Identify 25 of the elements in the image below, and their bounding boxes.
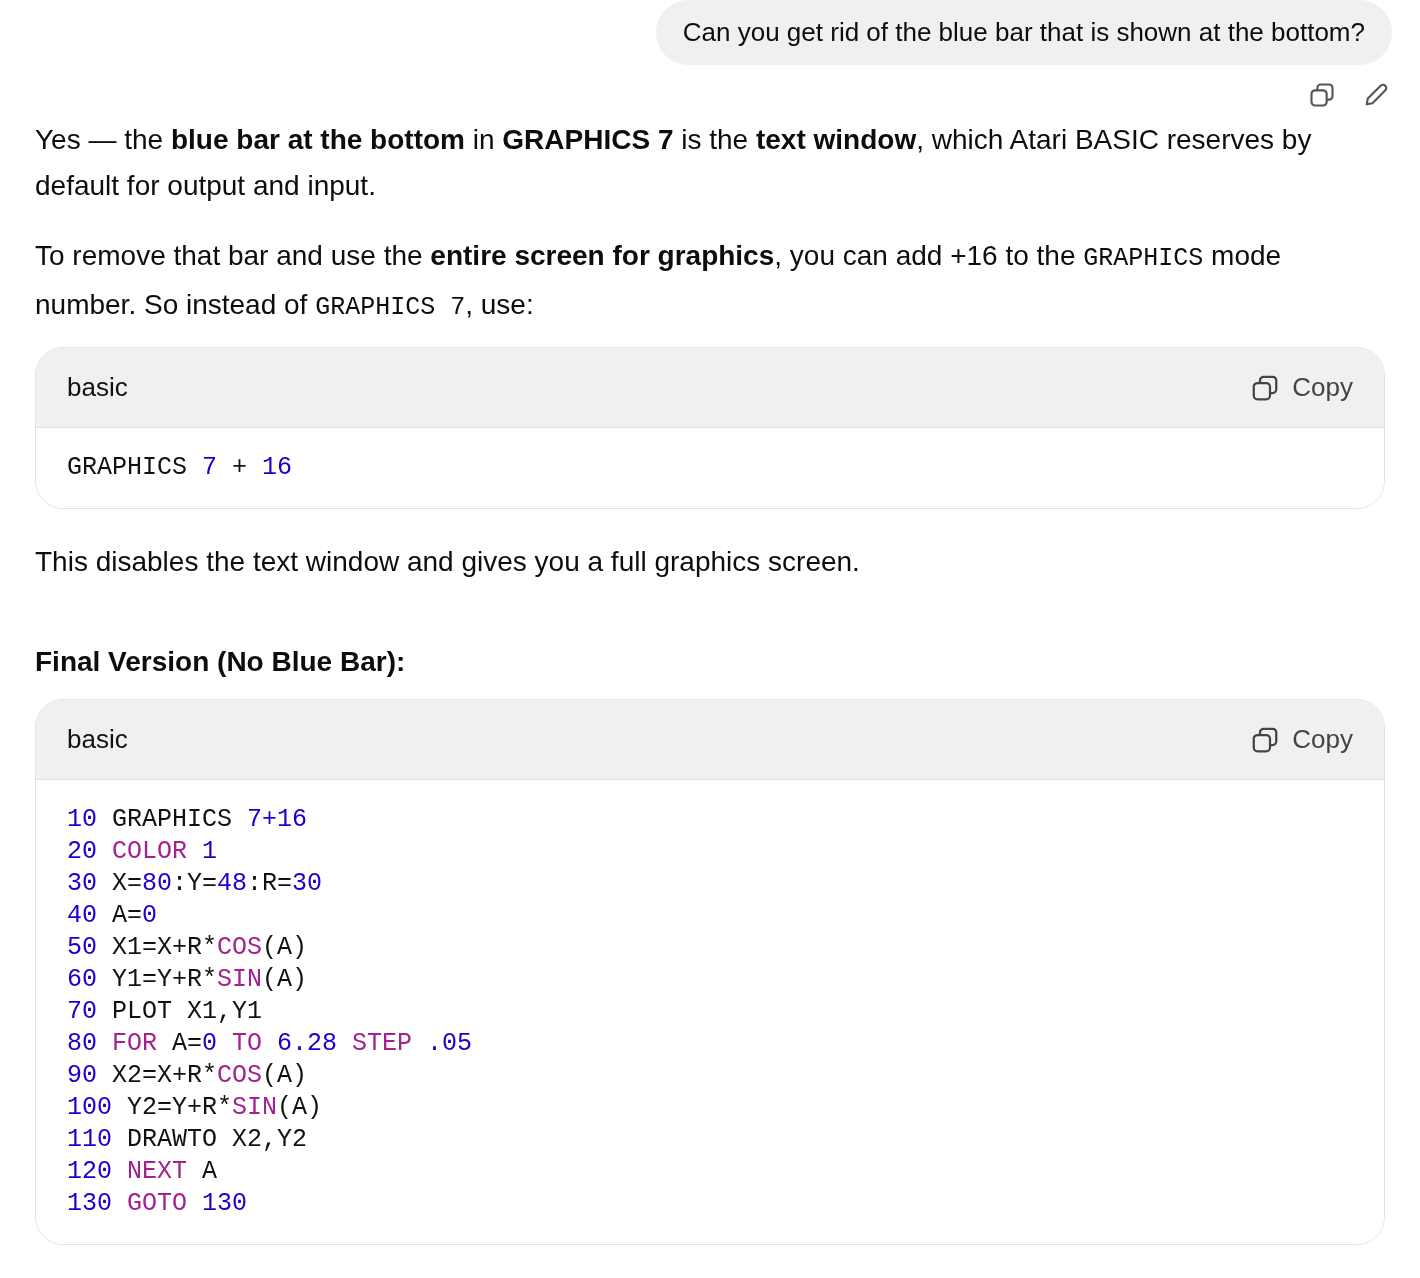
language-label: basic: [67, 371, 128, 404]
code-line: 60 Y1=Y+R*SIN(A): [67, 964, 308, 996]
code-line: 110 DRAWTO X2,Y2: [67, 1124, 308, 1156]
code-line: GRAPHICS 7 + 16: [67, 452, 293, 484]
section-heading: Final Version (No Blue Bar):: [35, 645, 407, 679]
copy-icon: [1308, 81, 1336, 109]
code-line: 20 COLOR 1: [67, 836, 218, 868]
language-label: basic: [67, 723, 128, 756]
code-line: 100 Y2=Y+R*SIN(A): [67, 1092, 323, 1124]
code-line: 70 PLOT X1,Y1: [67, 996, 263, 1028]
copy-button[interactable]: Copy: [1250, 368, 1353, 407]
code-line: 30 X=80:Y=48:R=30: [67, 868, 323, 900]
copy-message-button[interactable]: [1308, 81, 1336, 109]
user-message: Can you get rid of the blue bar that is shown at the bottom?: [655, 0, 1392, 65]
code-line: 50 X1=X+R*COS(A): [67, 932, 308, 964]
code-line: 130 GOTO 130: [67, 1188, 248, 1220]
paragraph: To remove that bar and use the entire screen for graphics, you can add +16 to the GRAPHICS mode number. So instead of GRAPHICS 7, use:: [35, 239, 1283, 324]
copy-button[interactable]: Copy: [1250, 720, 1353, 759]
code-line: 40 A=0: [67, 900, 158, 932]
paragraph: Yes — the blue bar at the bottom in GRAPHICS 7 is the text window, which Atari BASIC reserves by default for output and input.: [35, 123, 1313, 203]
code-line: 10 GRAPHICS 7+16: [67, 804, 308, 836]
code-line: 80 FOR A=0 TO 6.28 STEP .05: [67, 1028, 473, 1060]
code-line: 90 X2=X+R*COS(A): [67, 1060, 308, 1092]
paragraph: This disables the text window and gives you a full graphics screen.: [35, 545, 861, 579]
code-line: 120 NEXT A: [67, 1156, 218, 1188]
